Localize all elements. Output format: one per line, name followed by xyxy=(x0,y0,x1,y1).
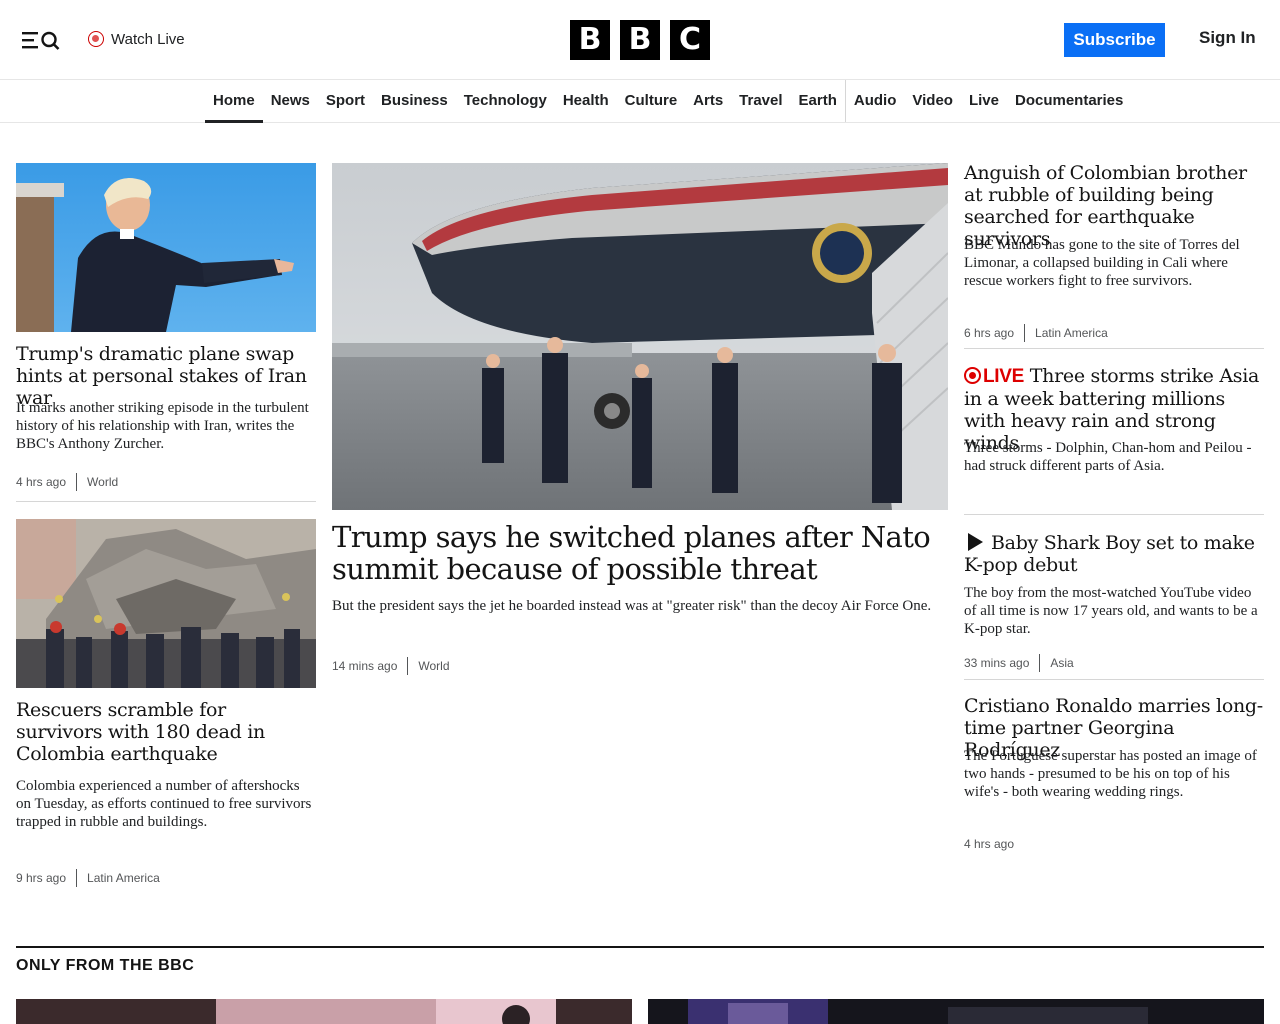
logo-letter-c: C xyxy=(670,20,710,60)
nav-item-audio[interactable]: Audio xyxy=(844,80,905,122)
nav-item-documentaries[interactable]: Documentaries xyxy=(1007,80,1131,122)
nav-item-technology[interactable]: Technology xyxy=(456,80,555,122)
story-summary: Three storms - Dolphin, Chan-hom and Pei… xyxy=(964,440,1252,474)
story-meta: 33 mins ago Asia xyxy=(964,654,1074,672)
nav-item-earth[interactable]: Earth xyxy=(791,80,845,122)
section-rule xyxy=(16,946,1264,948)
nav-item-home[interactable]: Home xyxy=(205,80,263,123)
live-dot-icon xyxy=(88,31,104,47)
story-section-link[interactable]: World xyxy=(407,657,450,675)
story-meta: 9 hrs ago Latin America xyxy=(16,869,160,887)
story-section-link[interactable]: Latin America xyxy=(1024,324,1108,342)
story-summary: BBC Mundo has gone to the site of Torres… xyxy=(964,237,1240,289)
nav-item-video[interactable]: Video xyxy=(904,80,961,122)
nav-item-arts[interactable]: Arts xyxy=(685,80,731,122)
section-title: ONLY FROM THE BBC xyxy=(16,957,195,974)
story-section-link[interactable]: World xyxy=(76,473,118,491)
story-summary: Colombia experienced a number of aftersh… xyxy=(16,778,312,830)
story-summary: It marks another striking episode in the… xyxy=(16,400,309,452)
nav-item-live[interactable]: Live xyxy=(961,80,1007,122)
story-time: 9 hrs ago xyxy=(16,871,67,885)
live-icon xyxy=(964,367,981,384)
story-summary: The Portuguese superstar has posted an i… xyxy=(964,748,1257,800)
subscribe-button[interactable]: Subscribe xyxy=(1064,23,1165,57)
live-label: LIVE xyxy=(983,366,1025,387)
story-time: 14 mins ago xyxy=(332,659,398,673)
story-meta: 6 hrs ago Latin America xyxy=(964,324,1108,342)
sign-in-link[interactable]: Sign In xyxy=(1199,28,1256,48)
bbc-logo[interactable]: B B C xyxy=(570,20,710,60)
story-time: 33 mins ago xyxy=(964,656,1030,670)
nav-item-business[interactable]: Business xyxy=(373,80,456,122)
story-section-link[interactable]: Latin America xyxy=(76,869,160,887)
divider xyxy=(964,514,1264,515)
logo-letter-b1: B xyxy=(570,20,610,60)
feature-image-right[interactable] xyxy=(648,999,1264,1024)
main-story-summary: But the president says the jet he boarde… xyxy=(332,598,932,614)
play-icon xyxy=(968,533,983,551)
divider xyxy=(964,348,1264,349)
story-meta: 14 mins ago World xyxy=(332,657,450,675)
nav-item-travel[interactable]: Travel xyxy=(731,80,790,122)
air-force-one-image[interactable] xyxy=(332,163,948,510)
logo-letter-b2: B xyxy=(620,20,660,60)
main-nav: Home News Sport Business Technology Heal… xyxy=(0,80,1280,123)
nav-item-sport[interactable]: Sport xyxy=(318,80,373,122)
nav-item-health[interactable]: Health xyxy=(555,80,617,122)
video-story-headline[interactable]: Baby Shark Boy set to make K-pop debut xyxy=(964,532,1264,576)
live-badge: LIVE xyxy=(964,366,1024,387)
watch-live-link[interactable]: Watch Live xyxy=(88,29,185,49)
story-headline[interactable]: Rescuers scramble for survivors with 180… xyxy=(16,699,308,765)
feature-image-left[interactable] xyxy=(16,999,632,1024)
site-header: Watch Live B B C Subscribe Sign In xyxy=(0,0,1280,80)
earthquake-rescue-image[interactable] xyxy=(16,519,316,688)
story-time: 6 hrs ago xyxy=(964,326,1015,340)
story-time: 4 hrs ago xyxy=(964,837,1015,851)
watch-live-label: Watch Live xyxy=(111,30,185,48)
menu-icon xyxy=(22,31,60,50)
menu-search-button[interactable] xyxy=(20,28,62,52)
story-meta: 4 hrs ago World xyxy=(16,473,118,491)
story-meta: 4 hrs ago xyxy=(964,835,1024,853)
main-story-headline[interactable]: Trump says he switched planes after Nato… xyxy=(332,521,948,585)
trump-pointing-image[interactable] xyxy=(16,163,316,332)
story-time: 4 hrs ago xyxy=(16,475,67,489)
nav-item-news[interactable]: News xyxy=(263,80,318,122)
video-story-headline-text: Baby Shark Boy set to make K-pop debut xyxy=(964,532,1255,576)
divider xyxy=(16,501,316,502)
nav-item-culture[interactable]: Culture xyxy=(617,80,686,122)
divider xyxy=(964,679,1264,680)
story-section-link[interactable]: Asia xyxy=(1039,654,1074,672)
story-summary: The boy from the most-watched YouTube vi… xyxy=(964,585,1258,637)
